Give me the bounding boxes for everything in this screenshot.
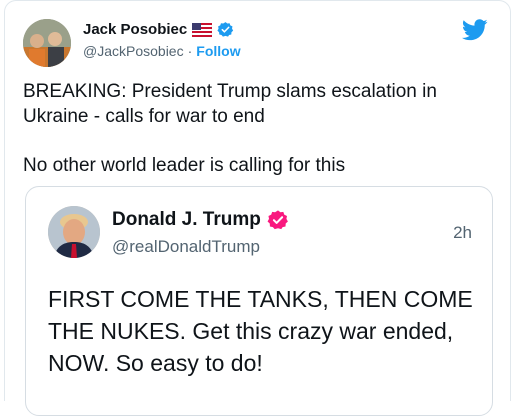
quoted-tweet-text: FIRST COME THE TANKS, THEN COME THE NUKE… (48, 286, 473, 376)
tweet-body: BREAKING: President Trump slams escalati… (23, 79, 493, 178)
author-avatar[interactable] (23, 19, 71, 67)
author-handle[interactable]: @JackPosobiec (83, 43, 184, 59)
quoted-author-avatar[interactable] (48, 206, 100, 258)
separator-dot: · (187, 43, 193, 59)
verified-badge-icon (217, 22, 234, 37)
tweet-card: Jack Posobiec @JackPosobiec · Follow BRE… (4, 0, 511, 416)
author-name[interactable]: Jack Posobiec (83, 21, 187, 38)
quoted-tweet[interactable]: Donald J. Trump @realDonaldTrump 2h FIRS… (25, 186, 493, 416)
tweet-text-line: No other world leader is calling for thi… (23, 155, 346, 176)
us-flag-icon (192, 22, 213, 37)
twitter-bird-icon[interactable] (462, 19, 488, 41)
verified-badge-icon (267, 210, 288, 230)
quoted-timestamp[interactable]: 2h (453, 223, 472, 243)
quoted-author-handle[interactable]: @realDonaldTrump (112, 237, 260, 257)
quoted-author-name[interactable]: Donald J. Trump (112, 209, 261, 231)
follow-button[interactable]: Follow (196, 43, 240, 59)
tweet-text-line: BREAKING: President Trump slams escalati… (23, 81, 437, 127)
